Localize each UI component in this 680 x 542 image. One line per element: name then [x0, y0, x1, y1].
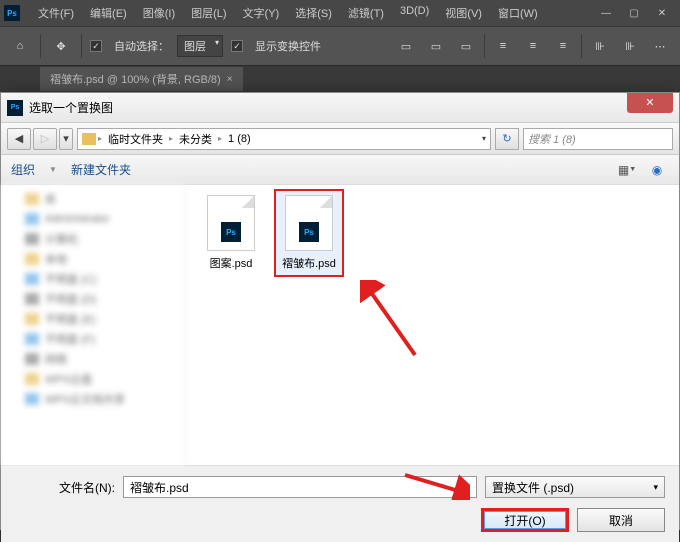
distribute-icon[interactable]: ≡ [521, 34, 545, 58]
tab-close-icon[interactable]: × [227, 74, 233, 85]
refresh-button[interactable]: ↻ [495, 128, 519, 150]
menu-item[interactable]: 视图(V) [437, 5, 490, 21]
distribute-icon[interactable]: ≡ [551, 34, 575, 58]
distribute-icon[interactable]: ⊪ [588, 34, 612, 58]
document-tab-label: 褶皱布.psd @ 100% (背景, RGB/8) [50, 71, 221, 87]
distribute-icon[interactable]: ⊪ [618, 34, 642, 58]
menu-item[interactable]: 3D(D) [392, 5, 437, 21]
menu-item[interactable]: 图像(I) [135, 5, 183, 21]
sidebar-item[interactable]: 不明盘 (F) [1, 329, 185, 349]
menu-item[interactable]: 滤镜(T) [340, 5, 392, 21]
auto-select-label: 自动选择： [114, 38, 169, 54]
file-open-dialog: Ps 选取一个置换图 ✕ ◀ ▷ ▾ ▸ 临时文件夹 ▸ 未分类 ▸ 1 (8)… [0, 92, 680, 530]
new-folder-button[interactable]: 新建文件夹 [71, 161, 131, 178]
close-icon[interactable]: ✕ [648, 3, 676, 23]
menu-item[interactable]: 窗口(W) [490, 5, 546, 21]
maximize-icon[interactable]: ▢ [620, 3, 648, 23]
sidebar-item[interactable]: 不明盘 (D) [1, 289, 185, 309]
help-icon[interactable]: ◉ [645, 160, 669, 180]
dialog-close-button[interactable]: ✕ [627, 93, 673, 113]
more-icon[interactable]: ⋯ [648, 34, 672, 58]
auto-select-checkbox[interactable]: ✓ [90, 40, 102, 52]
breadcrumb-seg[interactable]: 临时文件夹 [104, 131, 167, 147]
file-name: 图案.psd [196, 255, 266, 271]
document-tab[interactable]: 褶皱布.psd @ 100% (背景, RGB/8) × [40, 67, 243, 91]
file-name: 褶皱布.psd [280, 255, 338, 271]
nav-back-button[interactable]: ◀ [7, 128, 31, 150]
show-transform-checkbox[interactable]: ✓ [231, 40, 243, 52]
filename-label: 文件名(N): [15, 479, 115, 496]
move-tool-icon[interactable]: ✥ [49, 34, 73, 58]
layer-dropdown[interactable]: 图层 [177, 35, 223, 57]
menu-bar: 文件(F)编辑(E)图像(I)图层(L)文字(Y)选择(S)滤镜(T)3D(D)… [30, 5, 546, 21]
align-icon[interactable]: ▭ [454, 34, 478, 58]
home-icon[interactable]: ⌂ [8, 34, 32, 58]
organize-button[interactable]: 组织 [11, 161, 35, 178]
distribute-icon[interactable]: ≡ [491, 34, 515, 58]
menu-item[interactable]: 选择(S) [287, 5, 340, 21]
sidebar-item[interactable]: 网络 [1, 349, 185, 369]
breadcrumb-seg[interactable]: 1 (8) [224, 133, 255, 145]
sidebar: 库Administrator计算机本地不明盘 (C)不明盘 (D)不明盘 (E)… [1, 185, 186, 465]
nav-forward-button[interactable]: ▷ [33, 128, 57, 150]
sidebar-item[interactable]: WPS云文档共享 [1, 389, 185, 409]
sidebar-item[interactable]: Administrator [1, 209, 185, 229]
filename-input[interactable]: 褶皱布.psd [123, 476, 477, 498]
align-icon[interactable]: ▭ [394, 34, 418, 58]
file-filter-dropdown[interactable]: 置换文件 (.psd) [485, 476, 665, 498]
sidebar-item[interactable]: 不明盘 (C) [1, 269, 185, 289]
view-icon[interactable]: ▦ ▼ [615, 160, 639, 180]
minimize-icon[interactable]: — [592, 3, 620, 23]
ps-icon: Ps [7, 100, 23, 116]
dialog-title: 选取一个置换图 [29, 99, 113, 116]
open-button[interactable]: 打开(O) [481, 508, 569, 532]
menu-item[interactable]: 图层(L) [183, 5, 234, 21]
breadcrumb[interactable]: ▸ 临时文件夹 ▸ 未分类 ▸ 1 (8) ▾ [77, 128, 491, 150]
folder-icon [82, 133, 96, 145]
cancel-button[interactable]: 取消 [577, 508, 665, 532]
file-item[interactable]: Ps 图案.psd [196, 195, 266, 271]
sidebar-item[interactable]: 库 [1, 189, 185, 209]
breadcrumb-seg[interactable]: 未分类 [175, 131, 216, 147]
sidebar-item[interactable]: 本地 [1, 249, 185, 269]
file-area[interactable]: Ps 图案.psd Ps 褶皱布.psd [186, 185, 679, 465]
menu-item[interactable]: 文字(Y) [235, 5, 288, 21]
menu-item[interactable]: 编辑(E) [82, 5, 135, 21]
nav-history-button[interactable]: ▾ [59, 128, 73, 150]
ps-logo: Ps [4, 5, 20, 21]
search-input[interactable]: 搜索 1 (8) [523, 128, 673, 150]
sidebar-item[interactable]: WPS云盘 [1, 369, 185, 389]
show-transform-label: 显示变换控件 [255, 38, 321, 54]
sidebar-item[interactable]: 计算机 [1, 229, 185, 249]
sidebar-item[interactable]: 不明盘 (E) [1, 309, 185, 329]
file-item-selected[interactable]: Ps 褶皱布.psd [274, 189, 344, 277]
menu-item[interactable]: 文件(F) [30, 5, 82, 21]
align-icon[interactable]: ▭ [424, 34, 448, 58]
